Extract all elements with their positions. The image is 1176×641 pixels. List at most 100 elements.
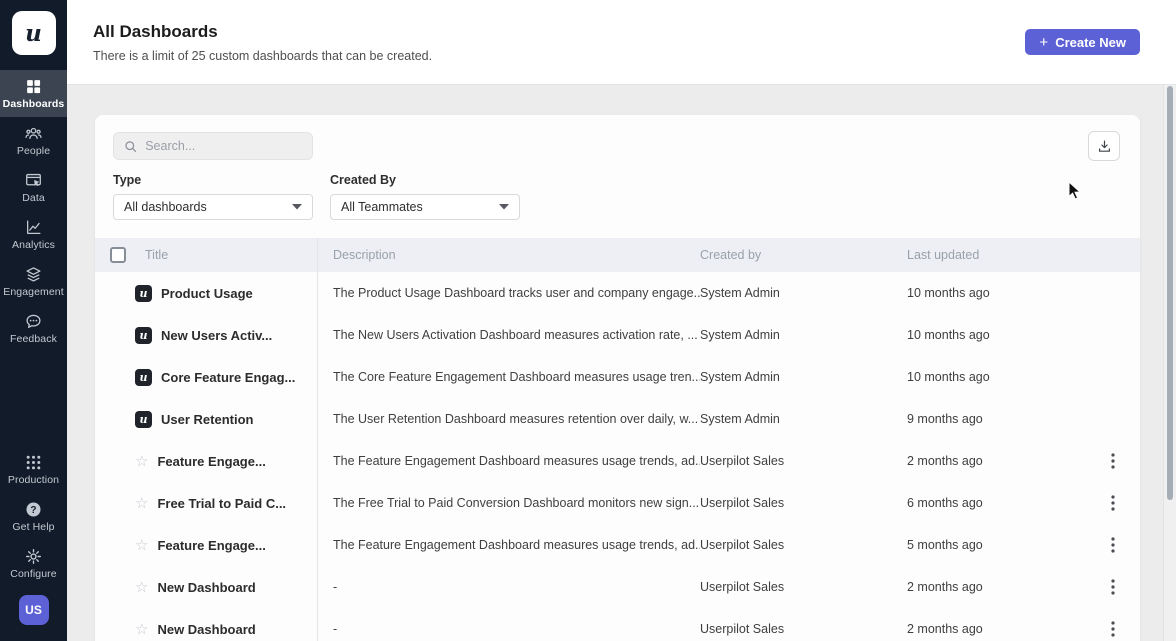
sidebar-item-label: People: [17, 145, 50, 157]
row-description: The Product Usage Dashboard tracks user …: [317, 286, 700, 300]
row-actions-cell: [1085, 617, 1140, 641]
table-body: u Product Usage The Product Usage Dashbo…: [95, 272, 1140, 641]
userpilot-badge-icon: u: [135, 327, 152, 344]
sidebar-item-dashboards[interactable]: Dashboards: [0, 70, 67, 117]
table-row[interactable]: ☆ Free Trial to Paid C... The Free Trial…: [95, 482, 1140, 524]
user-avatar[interactable]: US: [19, 595, 49, 625]
help-icon: ?: [25, 501, 42, 518]
sidebar: u Dashboards People Data: [0, 0, 67, 641]
analytics-icon: [25, 219, 42, 236]
app-root: u Dashboards People Data: [0, 0, 1176, 641]
table-row[interactable]: u Product Usage The Product Usage Dashbo…: [95, 272, 1140, 314]
row-title-cell: ☆ Feature Engage...: [95, 538, 317, 553]
row-last-updated: 2 months ago: [907, 580, 1085, 594]
sidebar-item-analytics[interactable]: Analytics: [0, 211, 67, 258]
table-row[interactable]: ☆ Feature Engage... The Feature Engageme…: [95, 440, 1140, 482]
row-description: -: [317, 622, 700, 636]
sidebar-item-label: Feedback: [10, 333, 57, 345]
sidebar-item-get-help[interactable]: ? Get Help: [0, 493, 67, 540]
table-row[interactable]: u New Users Activ... The New Users Activ…: [95, 314, 1140, 356]
row-created-by: System Admin: [700, 370, 907, 384]
table-row[interactable]: ☆ New Dashboard - Userpilot Sales 2 mont…: [95, 566, 1140, 608]
table-row[interactable]: ☆ Feature Engage... The Feature Engageme…: [95, 524, 1140, 566]
export-button[interactable]: [1088, 131, 1120, 161]
dashboards-table: Title Description Created by Last update…: [95, 238, 1140, 641]
userpilot-badge-icon: u: [135, 411, 152, 428]
sidebar-item-label: Production: [8, 474, 59, 486]
row-title: Feature Engage...: [157, 538, 265, 553]
logo-letter: u: [25, 20, 42, 47]
kebab-icon: [1111, 579, 1115, 595]
row-title-cell: u New Users Activ...: [95, 327, 317, 344]
user-initials: US: [25, 603, 42, 617]
row-description: The User Retention Dashboard measures re…: [317, 412, 700, 426]
chevron-down-icon: [292, 204, 302, 210]
star-icon[interactable]: ☆: [135, 622, 148, 637]
row-description: The New Users Activation Dashboard measu…: [317, 328, 700, 342]
row-created-by: Userpilot Sales: [700, 496, 907, 510]
userpilot-logo[interactable]: u: [12, 11, 56, 55]
select-all-checkbox[interactable]: [110, 247, 126, 263]
row-menu-button[interactable]: [1102, 533, 1124, 557]
row-last-updated: 5 months ago: [907, 538, 1085, 552]
sidebar-item-label: Data: [22, 192, 45, 204]
sidebar-item-label: Engagement: [3, 286, 64, 298]
kebab-icon: [1111, 495, 1115, 511]
scrollbar[interactable]: [1163, 85, 1176, 641]
row-menu-button[interactable]: [1102, 575, 1124, 599]
row-title: New Users Activ...: [161, 328, 272, 343]
row-title: New Dashboard: [157, 580, 255, 595]
star-icon[interactable]: ☆: [135, 454, 148, 469]
star-icon[interactable]: ☆: [135, 580, 148, 595]
table-row[interactable]: u User Retention The User Retention Dash…: [95, 398, 1140, 440]
table-row[interactable]: u Core Feature Engag... The Core Feature…: [95, 356, 1140, 398]
row-actions-cell: [1085, 575, 1140, 599]
column-header-created-by: Created by: [700, 248, 907, 262]
scrollbar-thumb[interactable]: [1167, 86, 1173, 500]
row-menu-button[interactable]: [1102, 449, 1124, 473]
dashboards-icon: [25, 78, 42, 95]
star-icon[interactable]: ☆: [135, 496, 148, 511]
created-by-filter-select[interactable]: All Teammates: [330, 194, 520, 220]
kebab-icon: [1111, 537, 1115, 553]
row-created-by: Userpilot Sales: [700, 580, 907, 594]
table-row[interactable]: ☆ New Dashboard - Userpilot Sales 2 mont…: [95, 608, 1140, 641]
row-title: Core Feature Engag...: [161, 370, 295, 385]
type-filter-select[interactable]: All dashboards: [113, 194, 313, 220]
sidebar-item-label: Get Help: [12, 521, 54, 533]
row-title-cell: ☆ Free Trial to Paid C...: [95, 496, 317, 511]
create-new-button[interactable]: + Create New: [1025, 29, 1140, 55]
userpilot-badge-icon: u: [135, 369, 152, 386]
search-icon: [124, 139, 137, 154]
search-input[interactable]: [145, 139, 302, 153]
sidebar-item-engagement[interactable]: Engagement: [0, 258, 67, 305]
row-description: The Free Trial to Paid Conversion Dashbo…: [317, 496, 700, 510]
sidebar-item-configure[interactable]: Configure: [0, 540, 67, 587]
row-title-cell: u Core Feature Engag...: [95, 369, 317, 386]
sidebar-bottom: Production ? Get Help Configure US: [0, 446, 67, 641]
row-actions-cell: [1085, 449, 1140, 473]
row-title-cell: u User Retention: [95, 411, 317, 428]
row-title: Feature Engage...: [157, 454, 265, 469]
sidebar-item-label: Analytics: [12, 239, 55, 251]
type-filter-value: All dashboards: [124, 200, 207, 214]
column-header-last-updated: Last updated: [907, 248, 1085, 262]
sidebar-item-data[interactable]: Data: [0, 164, 67, 211]
filters-row: Type All dashboards Created By All Teamm…: [95, 173, 1140, 220]
star-icon[interactable]: ☆: [135, 538, 148, 553]
sidebar-item-feedback[interactable]: Feedback: [0, 305, 67, 352]
userpilot-badge-icon: u: [135, 285, 152, 302]
sidebar-item-people[interactable]: People: [0, 117, 67, 164]
kebab-icon: [1111, 621, 1115, 637]
row-description: The Feature Engagement Dashboard measure…: [317, 538, 700, 552]
table-header: Title Description Created by Last update…: [95, 238, 1140, 272]
filter-created-by: Created By All Teammates: [330, 173, 520, 220]
row-created-by: Userpilot Sales: [700, 454, 907, 468]
type-filter-label: Type: [113, 173, 313, 187]
row-last-updated: 2 months ago: [907, 454, 1085, 468]
row-menu-button[interactable]: [1102, 491, 1124, 515]
filter-type: Type All dashboards: [113, 173, 313, 220]
sidebar-item-production[interactable]: Production: [0, 446, 67, 493]
row-menu-button[interactable]: [1102, 617, 1124, 641]
row-created-by: Userpilot Sales: [700, 538, 907, 552]
